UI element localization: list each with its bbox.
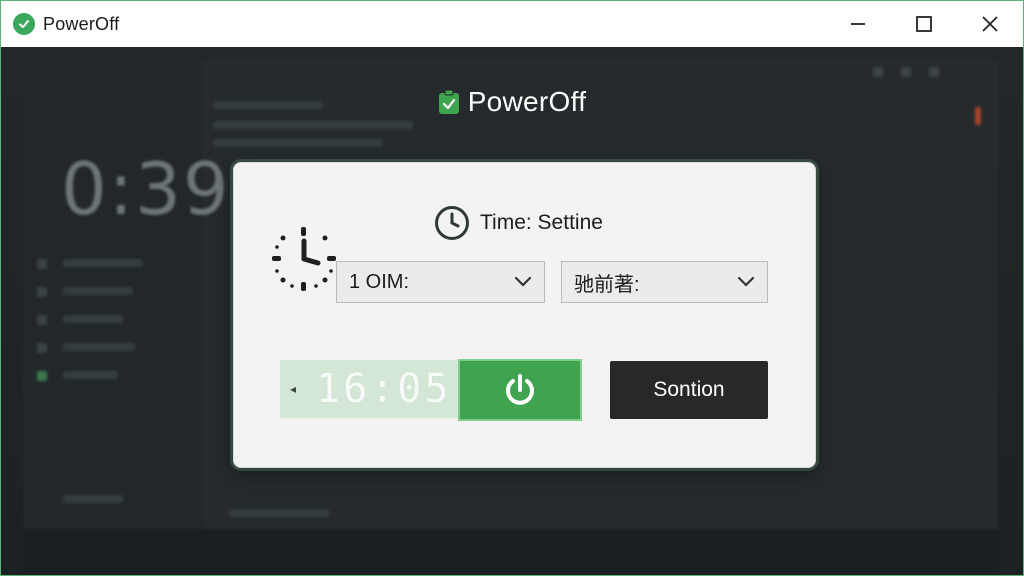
window-title: PowerOff [43, 13, 120, 34]
background-dot [37, 371, 47, 381]
background-line [63, 287, 133, 295]
background-dot [37, 315, 47, 325]
background-line [63, 343, 135, 351]
background-line [213, 121, 413, 129]
chevron-down-icon [737, 276, 755, 287]
dialog-title-row: Time: Settine [434, 205, 603, 241]
power-icon [506, 374, 534, 405]
title-bar: PowerOff [1, 1, 1023, 48]
background-dot [37, 287, 47, 297]
background-dot [873, 67, 883, 77]
action-select-value: 驰前著: [574, 273, 640, 296]
close-button[interactable] [957, 1, 1023, 47]
power-button[interactable] [458, 359, 582, 421]
duration-select[interactable]: 1 OIM: [336, 261, 545, 303]
background-sidebar [23, 59, 203, 569]
minimize-icon [851, 23, 865, 25]
background-line [63, 315, 123, 323]
app-header: PowerOff [1, 86, 1023, 118]
maximize-icon [916, 16, 932, 32]
minimize-button[interactable] [825, 1, 891, 47]
clipboard-check-icon [438, 89, 459, 114]
background-dot [901, 67, 911, 77]
window-controls [825, 1, 1023, 47]
app-logo-icon [13, 13, 35, 35]
background-dot [37, 343, 47, 353]
digital-time-display: ◂ 16:05 [280, 360, 458, 418]
maximize-button[interactable] [891, 1, 957, 47]
app-title: PowerOff [467, 86, 587, 117]
action-button[interactable]: Sontion [610, 361, 768, 419]
background-line [213, 139, 383, 147]
stopwatch-icon [272, 227, 336, 291]
action-select[interactable]: 驰前著: [561, 261, 768, 303]
background-clock: 0:39 [61, 147, 231, 231]
background-line [63, 495, 123, 503]
caret-left-icon: ◂ [290, 382, 297, 396]
duration-select-value: 1 OIM: [349, 270, 410, 293]
time-settings-dialog: Time: Settine 1 OIM: 驰前著: ◂ 16:05 Sontio… [233, 162, 816, 468]
close-icon [982, 16, 998, 32]
chevron-down-icon [514, 276, 532, 287]
background-dot [929, 67, 939, 77]
background-dot [37, 259, 47, 269]
background-line [63, 371, 118, 379]
clock-icon [435, 206, 469, 240]
background-taskbar [23, 529, 998, 569]
app-window: PowerOff 0:39 PowerOff Time: Settine 1 O… [0, 0, 1024, 576]
digital-time-value: 16:05 [316, 366, 452, 412]
background-line [229, 509, 329, 517]
background-line [63, 259, 143, 267]
dialog-title: Time: Settine [480, 211, 603, 234]
